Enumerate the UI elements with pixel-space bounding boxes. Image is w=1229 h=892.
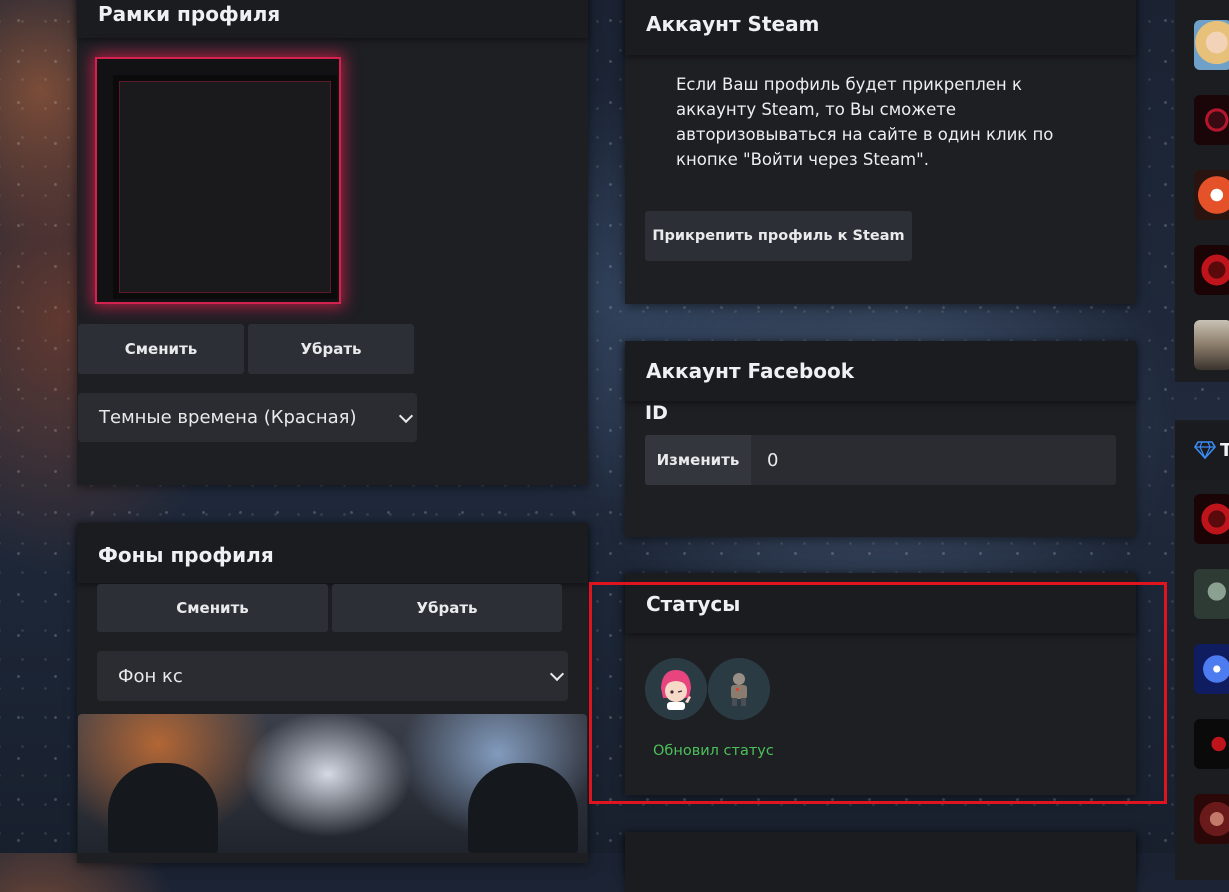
avatar[interactable] — [1194, 245, 1229, 295]
backgrounds-panel-title: Фоны профиля — [98, 543, 274, 567]
frames-panel-header: Рамки профиля — [77, 0, 588, 38]
steam-link-button[interactable]: Прикрепить профиль к Steam — [645, 211, 912, 261]
highlight-box — [589, 582, 1167, 804]
avatar[interactable] — [1194, 494, 1229, 544]
frames-panel-title: Рамки профиля — [98, 2, 281, 26]
chevron-down-icon — [398, 408, 414, 423]
background-change-button[interactable]: Сменить — [97, 584, 328, 632]
facebook-panel-header: Аккаунт Facebook — [625, 341, 1136, 401]
frame-change-button[interactable]: Сменить — [78, 324, 244, 374]
avatar[interactable] — [1194, 569, 1229, 619]
avatar[interactable] — [1194, 170, 1229, 220]
facebook-id-field: Изменить 0 — [645, 435, 1116, 485]
background-select[interactable]: Фон кс — [97, 651, 568, 701]
steam-panel-title: Аккаунт Steam — [646, 12, 820, 36]
avatar[interactable] — [1194, 20, 1229, 70]
chevron-down-icon — [549, 666, 565, 682]
steam-panel-header: Аккаунт Steam — [625, 0, 1136, 55]
diamond-icon — [1194, 441, 1216, 463]
avatar[interactable] — [1194, 719, 1229, 769]
frame-inner-box — [113, 75, 337, 299]
soldier-silhouette-right — [468, 763, 578, 853]
facebook-panel-title: Аккаунт Facebook — [646, 359, 855, 383]
facebook-id-value[interactable]: 0 — [767, 435, 778, 485]
frame-outer-border — [95, 57, 341, 304]
frame-select-value: Темные времена (Красная) — [99, 407, 357, 428]
avatar[interactable] — [1194, 320, 1229, 370]
next-panel-header — [625, 832, 1136, 892]
next-panel — [625, 832, 1136, 892]
background-select-value: Фон кс — [118, 665, 183, 687]
facebook-change-button[interactable]: Изменить — [645, 435, 751, 485]
background-preview-image — [78, 714, 587, 853]
facebook-id-label: ID — [645, 402, 668, 424]
right-sidebar-header: Т — [1175, 423, 1229, 480]
avatar[interactable] — [1194, 95, 1229, 145]
frame-remove-button[interactable]: Убрать — [248, 324, 414, 374]
soldier-silhouette-left — [108, 763, 218, 853]
profile-frame-preview — [93, 55, 343, 305]
sidebar-header-letter: Т — [1220, 440, 1229, 461]
backgrounds-panel-header: Фоны профиля — [77, 523, 588, 583]
avatar[interactable] — [1194, 794, 1229, 844]
avatar[interactable] — [1194, 644, 1229, 694]
steam-description: Если Ваш профиль будет прикреплен к акка… — [676, 75, 1054, 169]
frame-select[interactable]: Темные времена (Красная) — [78, 393, 417, 442]
background-remove-button[interactable]: Убрать — [332, 584, 562, 632]
